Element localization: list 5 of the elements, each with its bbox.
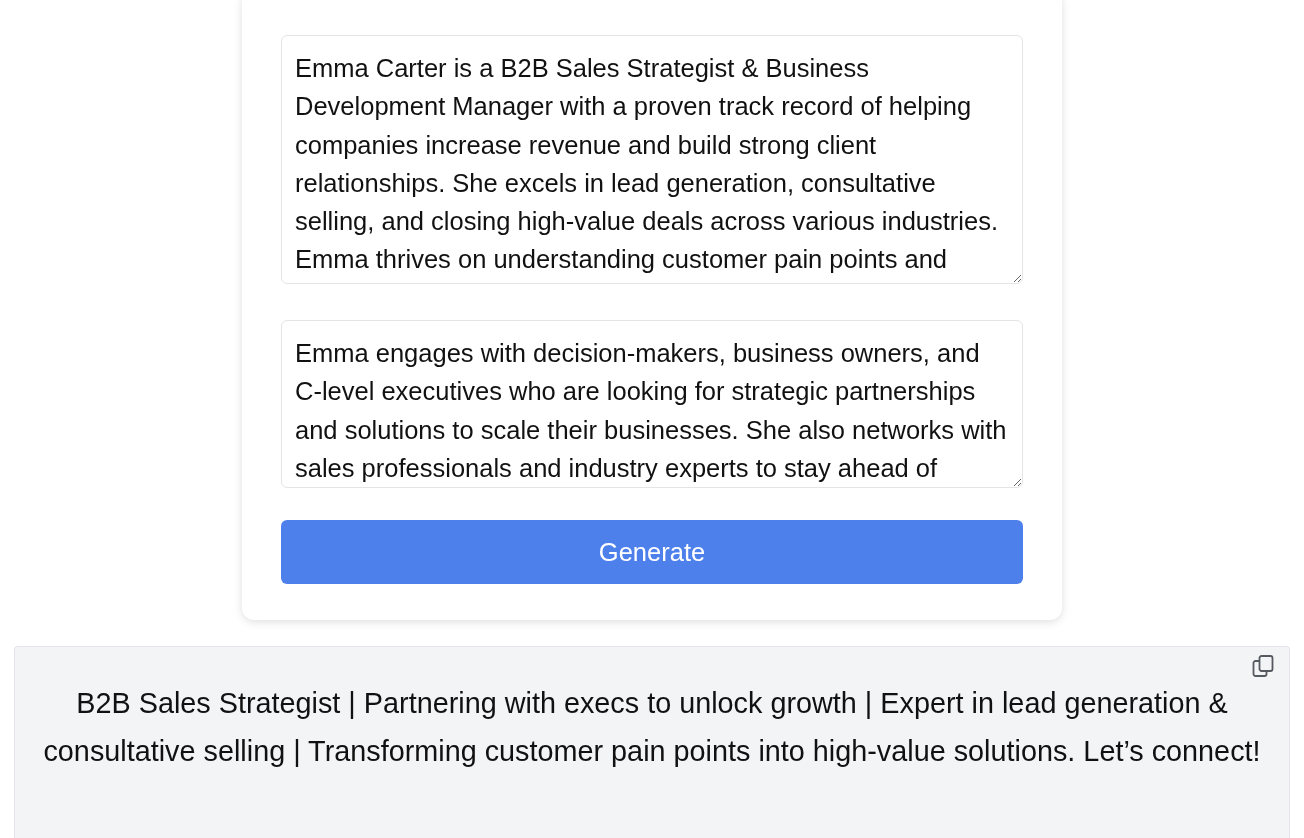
audience-textarea[interactable]: Emma engages with decision-makers, business owners, and C-level executives who are looking for strategic partnerships and solutions to scale their businesses. She also networks with sales professionals and industry experts to stay ahead of xyxy=(281,320,1023,488)
generate-button[interactable]: Generate xyxy=(281,520,1023,584)
description-textarea[interactable]: Emma Carter is a B2B Sales Strategist & Business Development Manager with a proven track record of helping companies increase revenue and build strong client relationships. She excels in lead generation, consultative selling, and closing high-value deals across various industries. Emma thrives on understanding customer pain points and xyxy=(281,35,1023,284)
headline-text: B2B Sales Strategist | Partnering with execs to unlock growth | Expert in lead generation & consultative selling | Transforming customer pain points into high-value solutions. Let’s connect! xyxy=(42,686,1262,769)
copy-icon[interactable] xyxy=(1251,654,1275,678)
